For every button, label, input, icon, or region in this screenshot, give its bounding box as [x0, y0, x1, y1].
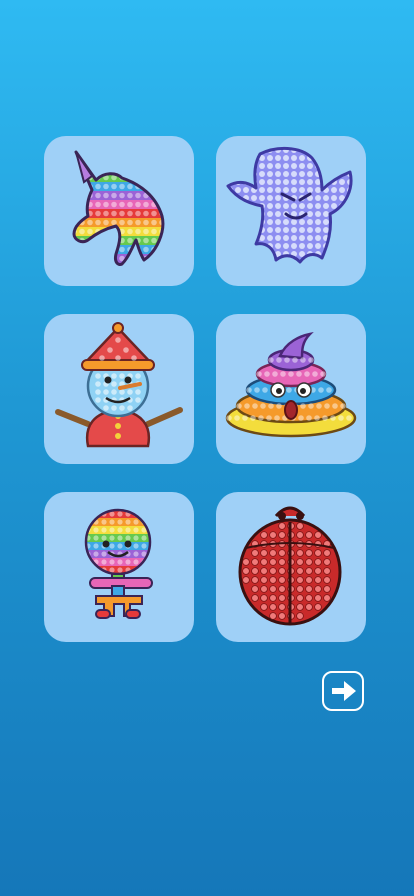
lollipop-man-icon: [84, 508, 153, 619]
poop-icon: [225, 331, 357, 438]
card-unicorn[interactable]: [44, 136, 194, 286]
snowman-icon: [55, 322, 183, 448]
card-snowman[interactable]: [44, 314, 194, 464]
card-ladybug[interactable]: [216, 492, 366, 642]
arrow-right-icon: [332, 681, 356, 701]
card-lollipop-man[interactable]: [44, 492, 194, 642]
card-ghost[interactable]: [216, 136, 366, 286]
ladybug-icon: [238, 506, 342, 626]
ghost-icon: [226, 147, 353, 264]
card-poop[interactable]: [216, 314, 366, 464]
unicorn-icon: [72, 150, 165, 266]
next-button[interactable]: [322, 671, 364, 711]
